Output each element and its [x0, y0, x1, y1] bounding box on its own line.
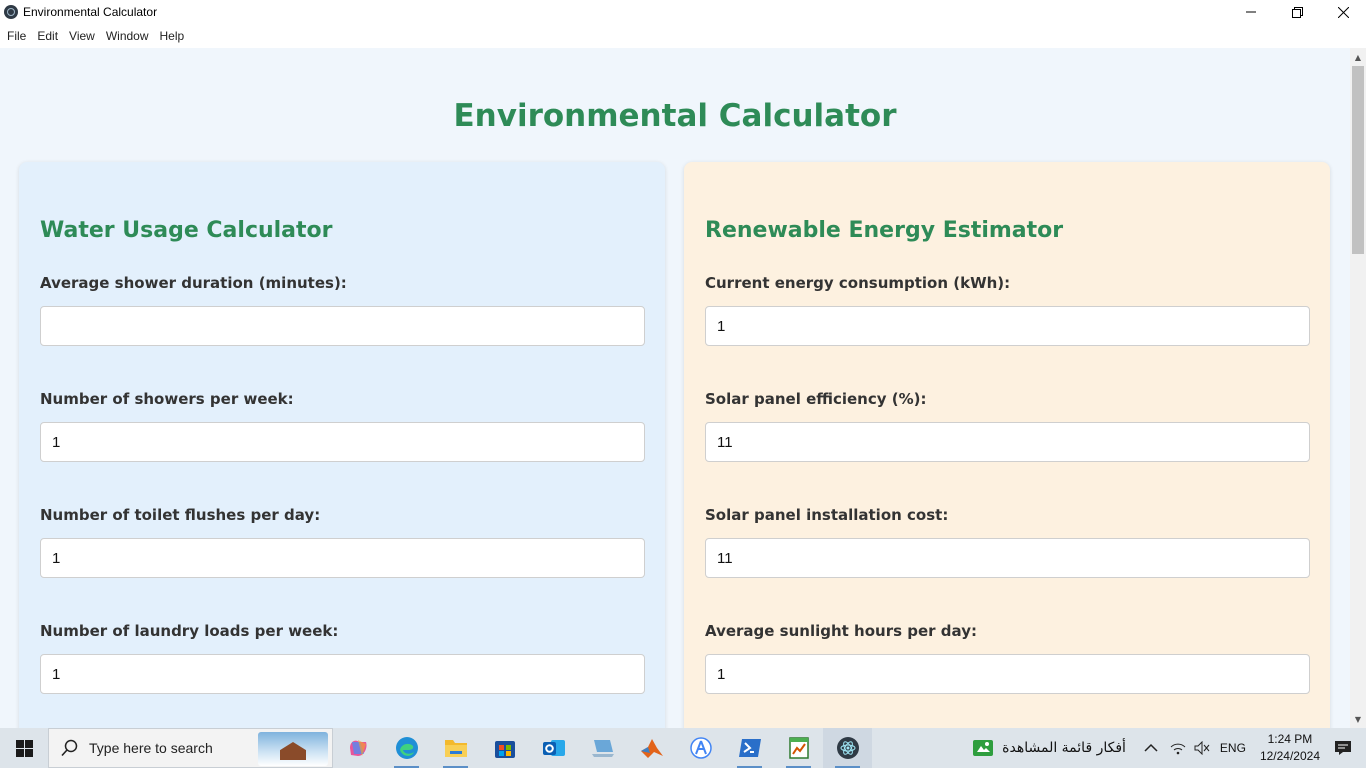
minimize-button[interactable] [1228, 0, 1274, 24]
file-explorer-icon[interactable] [431, 728, 480, 768]
news-icon [973, 740, 994, 756]
window-title: Environmental Calculator [23, 5, 158, 19]
energy-consumption-input[interactable] [705, 306, 1310, 346]
language-indicator[interactable]: ENG [1220, 741, 1246, 755]
title-bar: Environmental Calculator [0, 0, 1366, 24]
search-icon [61, 739, 78, 757]
sunlight-hours-input[interactable] [705, 654, 1310, 694]
app-content: Environmental Calculator Water Usage Cal… [0, 48, 1350, 728]
page-title: Environmental Calculator [453, 98, 897, 134]
close-icon [1337, 6, 1349, 18]
installation-cost-label: Solar panel installation cost: [705, 506, 949, 524]
showers-per-week-input[interactable] [40, 422, 645, 462]
volume-muted-icon[interactable] [1194, 741, 1210, 755]
menu-help[interactable]: Help [155, 29, 190, 43]
notepad-icon[interactable] [774, 728, 823, 768]
minimize-icon [1246, 11, 1256, 13]
chevron-up-icon[interactable] [1144, 743, 1158, 753]
menu-file[interactable]: File [2, 29, 31, 43]
notifications-icon[interactable] [1334, 740, 1352, 756]
menu-view[interactable]: View [64, 29, 100, 43]
menu-bar: File Edit View Window Help [0, 24, 1366, 48]
water-usage-card: Water Usage Calculator Average shower du… [19, 162, 665, 728]
news-text: أفكار قائمة المشاهدة [1002, 740, 1126, 756]
matlab-icon[interactable] [627, 728, 676, 768]
clock-date: 12/24/2024 [1259, 749, 1320, 763]
restore-icon [1291, 6, 1303, 18]
window-controls [1228, 0, 1366, 24]
app-icon [4, 5, 18, 19]
electron-icon[interactable] [823, 728, 872, 768]
search-placeholder: Type here to search [89, 740, 213, 756]
news-widget[interactable]: أفكار قائمة المشاهدة [972, 738, 1126, 758]
outlook-icon[interactable] [529, 728, 578, 768]
clock[interactable]: 1:24 PM 12/24/2024 [1260, 731, 1320, 765]
shower-duration-label: Average shower duration (minutes): [40, 274, 347, 292]
android-studio-icon[interactable] [676, 728, 725, 768]
copilot-icon[interactable] [333, 728, 382, 768]
energy-heading: Renewable Energy Estimator [705, 218, 1064, 243]
edge-icon[interactable] [382, 728, 431, 768]
search-highlight-image[interactable] [258, 732, 328, 766]
vertical-scrollbar[interactable]: ▲ ▼ [1350, 48, 1366, 728]
powershell-icon[interactable] [725, 728, 774, 768]
start-button[interactable] [0, 728, 48, 768]
menu-window[interactable]: Window [101, 29, 154, 43]
water-heading: Water Usage Calculator [40, 218, 333, 243]
laundry-loads-input[interactable] [40, 654, 645, 694]
laundry-loads-label: Number of laundry loads per week: [40, 622, 339, 640]
taskbar-search[interactable]: Type here to search [48, 728, 333, 768]
scroll-down-icon[interactable]: ▼ [1350, 712, 1366, 726]
showers-per-week-label: Number of showers per week: [40, 390, 294, 408]
energy-consumption-label: Current energy consumption (kWh): [705, 274, 1011, 292]
scroll-up-icon[interactable]: ▲ [1350, 50, 1366, 64]
scrollbar-thumb[interactable] [1352, 66, 1364, 254]
computer-icon[interactable] [578, 728, 627, 768]
taskbar: Type here to search أفكار قائمة المشاهدة [0, 728, 1366, 768]
system-tray: أفكار قائمة المشاهدة ENG 1:24 PM 12/24/2… [972, 728, 1366, 768]
restore-button[interactable] [1274, 0, 1320, 24]
menu-edit[interactable]: Edit [32, 29, 63, 43]
solar-efficiency-label: Solar panel efficiency (%): [705, 390, 927, 408]
windows-icon [15, 739, 33, 757]
network-icon[interactable] [1170, 741, 1186, 755]
installation-cost-input[interactable] [705, 538, 1310, 578]
store-icon[interactable] [480, 728, 529, 768]
solar-efficiency-input[interactable] [705, 422, 1310, 462]
renewable-energy-card: Renewable Energy Estimator Current energ… [684, 162, 1330, 728]
shower-duration-input[interactable] [40, 306, 645, 346]
close-button[interactable] [1320, 0, 1366, 24]
toilet-flushes-input[interactable] [40, 538, 645, 578]
sunlight-hours-label: Average sunlight hours per day: [705, 622, 977, 640]
toilet-flushes-label: Number of toilet flushes per day: [40, 506, 321, 524]
clock-time: 1:24 PM [1267, 732, 1313, 746]
